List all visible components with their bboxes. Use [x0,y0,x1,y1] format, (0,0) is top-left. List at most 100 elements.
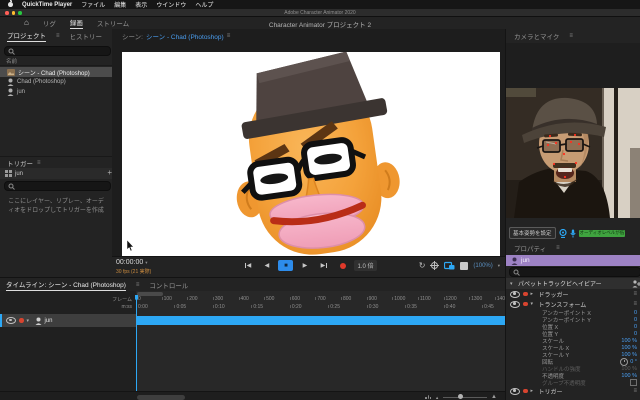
scene-tab-name[interactable]: シーン - Chad (Photoshop) [146,31,224,41]
triggers-search-input[interactable] [4,181,111,191]
zoom-in-mountain-icon[interactable]: ▲ [491,394,497,400]
arm-record-icon[interactable] [19,318,24,323]
playback-speed[interactable]: 1.0 倍 [354,260,376,271]
window-titlebar[interactable]: Adobe Character Animator 2020 [0,9,640,17]
set-rest-pose-button[interactable]: 基本姿勢を設定 [509,227,556,239]
play-button[interactable]: ▶ [297,260,312,271]
loop-playback-icon[interactable]: ↻ [419,262,426,270]
record-button[interactable] [335,260,350,271]
frame-ruler[interactable]: 0 100 200 300 400 500 600 700 800 900 10… [136,296,505,302]
time-ruler[interactable]: 0:00 0:05 0:10 0:15 0:20 0:25 0:30 0:35 … [136,304,505,310]
behavior-row-transform[interactable]: ▾ トランスフォーム ≡ [506,299,640,309]
panel-menu-icon[interactable]: ≡ [556,245,560,251]
param-row[interactable]: 位置 Y0 [506,330,640,337]
tab-history[interactable]: ヒストリー [70,31,103,41]
track-header-jun[interactable]: ▾ jun [0,314,136,327]
eye-icon[interactable] [510,388,520,395]
scene-tab[interactable]: シーン: シーン - Chad (Photoshop) ≡ [112,29,505,43]
triggers-puppet-row[interactable]: jun + [0,168,117,179]
selected-puppet-row[interactable]: jun [506,255,640,266]
menubar-app-name[interactable]: QuickTime Player [22,2,72,8]
behaviors-section-header[interactable]: ▾ パペットトラックビヘイビアー [506,278,640,289]
param-row-group-opacity[interactable]: グループ不透明度 [506,379,640,386]
menu-view[interactable]: 表示 [135,0,147,9]
tab-properties[interactable]: プロパティ [514,243,546,253]
param-value[interactable]: 0 ° [630,359,637,365]
param-value[interactable]: 0 [634,331,637,337]
eye-icon[interactable] [510,291,520,298]
record-icon [340,263,346,269]
project-item-scene[interactable]: シーン - Chad (Photoshop) [0,67,112,77]
panel-menu-icon[interactable]: ≡ [569,33,573,39]
param-value[interactable]: 0 [634,317,637,323]
add-behavior-icon[interactable] [632,280,640,288]
menu-icon[interactable]: ≡ [633,388,637,394]
tab-timeline[interactable]: タイムライン: シーン - Chad (Photoshop) [6,279,126,291]
previous-frame-button[interactable]: ◀ [259,260,274,271]
project-item-puppet-chad[interactable]: Chad (Photoshop) [0,77,112,87]
menu-icon[interactable]: ≡ [633,291,637,297]
chevron-down-icon[interactable]: ▾ [27,318,32,324]
playhead-handle[interactable] [135,295,138,300]
chevron-down-icon[interactable]: ▾ [498,263,500,269]
zoom-level-dropdown[interactable]: (100%) [473,263,492,269]
tab-camera-mic[interactable]: カメラとマイク [514,31,559,41]
horizontal-scrollbar[interactable] [137,395,185,400]
stage-background-icon[interactable] [460,262,468,270]
panel-menu-icon[interactable]: ≡ [37,160,41,166]
panel-menu-icon[interactable]: ≡ [136,282,140,288]
panel-menu-icon[interactable]: ≡ [56,33,60,39]
tab-project[interactable]: プロジェクト [7,30,46,42]
panel-menu-icon[interactable]: ≡ [227,33,231,39]
eye-icon[interactable] [510,301,520,308]
stop-button[interactable]: ■ [278,260,293,271]
param-value[interactable]: 100 % [621,373,637,379]
param-value[interactable]: 100 % [621,338,637,344]
arm-record-icon[interactable] [523,389,528,394]
timeline-zoom-slider[interactable] [443,397,487,398]
project-item-puppet-jun[interactable]: jun [0,87,112,97]
column-header-name[interactable]: 名前 [0,57,118,66]
playhead[interactable] [136,295,137,391]
param-row[interactable]: アンカーポイント Y0 [506,316,640,323]
menu-help[interactable]: ヘルプ [195,0,213,9]
chevron-down-icon[interactable]: ▾ [510,281,515,287]
param-row[interactable]: 位置 X0 [506,323,640,330]
param-value[interactable]: 100 % [621,345,637,351]
center-view-icon[interactable] [430,261,439,270]
timeline-panel: タイムライン: シーン - Chad (Photoshop) ≡ コントロール … [0,277,505,400]
eye-icon[interactable] [6,317,16,324]
stage[interactable] [122,52,500,256]
zoom-slider-knob[interactable] [458,394,463,399]
param-row[interactable]: スケール X100 % [506,344,640,351]
track-take-bar[interactable] [137,316,505,325]
arm-record-icon[interactable] [523,292,528,297]
checkbox[interactable] [630,379,637,386]
next-frame-button[interactable]: ▶ [316,260,331,271]
go-to-start-button[interactable]: ◀ [240,260,255,271]
param-row[interactable]: スケール100 % [506,337,640,344]
param-value[interactable]: 0 [634,324,637,330]
param-row[interactable]: ハンドルの強度100 % [506,365,640,372]
param-value[interactable]: 0 [634,310,637,316]
menu-file[interactable]: ファイル [81,0,105,9]
behavior-row-triggers[interactable]: ▸ トリガー ≡ [506,386,640,396]
zoom-tool-icon[interactable] [444,261,455,270]
properties-search-input[interactable] [509,267,640,277]
chevron-right-icon[interactable]: ▸ [531,291,536,297]
arm-record-icon[interactable] [523,302,528,307]
microphone-input-icon[interactable] [570,229,576,238]
chevron-right-icon[interactable]: ▸ [531,388,536,394]
menu-edit[interactable]: 編集 [114,0,126,9]
apple-menu-icon[interactable] [8,2,13,7]
menu-window[interactable]: ウインドウ [156,0,186,9]
tab-controls[interactable]: コントロール [149,280,188,290]
project-search-input[interactable] [4,46,111,56]
camera-input-icon[interactable] [559,229,567,238]
puppet-chad-artwork[interactable] [200,52,430,256]
keyframe-size-icon[interactable] [425,395,431,399]
chevron-down-icon[interactable]: ▾ [531,301,536,307]
behavior-row-dragger[interactable]: ▸ ドラッガー ≡ [506,289,640,299]
menu-icon[interactable]: ≡ [633,301,637,307]
zoom-out-mountain-icon[interactable]: ▲ [435,395,439,400]
